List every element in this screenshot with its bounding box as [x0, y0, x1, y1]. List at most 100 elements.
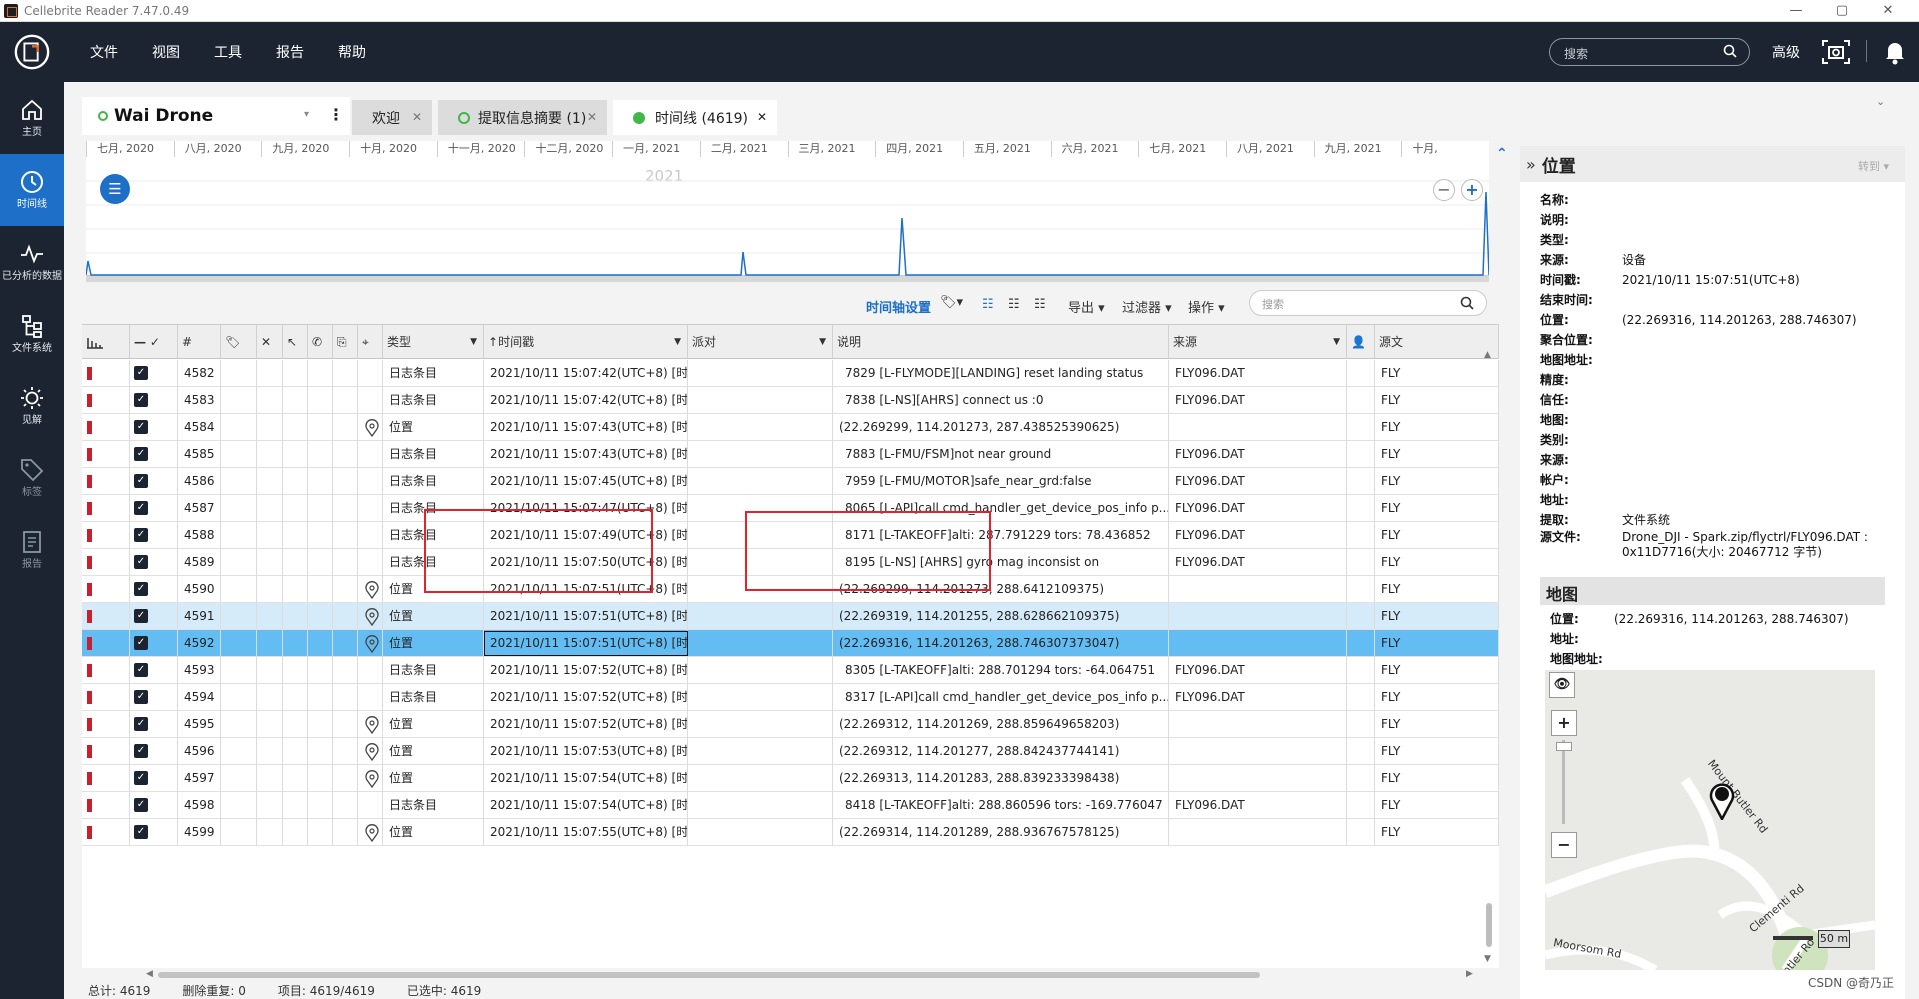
- table-row[interactable]: 4591 位置2021/10/11 15:07:51(UTC+8) [时间戳] (2…: [82, 603, 1499, 630]
- map-zoom-slider-thumb[interactable]: [1556, 742, 1572, 751]
- nav-tags[interactable]: 标签: [0, 442, 64, 514]
- zoom-out-button[interactable]: −: [1433, 179, 1455, 201]
- col-call-header[interactable]: ✆: [308, 325, 333, 359]
- scroll-up-icon[interactable]: ▲: [1484, 350, 1491, 360]
- close-icon[interactable]: ✕: [412, 110, 422, 124]
- expand-panel-icon[interactable]: »: [1526, 155, 1536, 174]
- nav-analyzed-data[interactable]: 已分析的数据: [0, 226, 64, 298]
- col-location-header[interactable]: ⌖: [358, 325, 383, 359]
- row-checkbox[interactable]: ✓: [134, 798, 148, 812]
- col-party-header[interactable]: 派对 ▼: [688, 325, 833, 359]
- tab-extraction-summary[interactable]: 提取信息摘要 (1) ✕: [438, 100, 607, 135]
- advanced-search-button[interactable]: 高级: [1772, 42, 1800, 62]
- close-icon[interactable]: ✕: [757, 110, 767, 124]
- actions-button[interactable]: 操作 ▾: [1188, 297, 1225, 316]
- table-row[interactable]: 4586 日志条目2021/10/11 15:07:45(UTC+8) [时间戳]…: [82, 468, 1499, 495]
- row-checkbox[interactable]: ✓: [134, 609, 148, 623]
- filter-button[interactable]: 过滤器 ▾: [1122, 297, 1172, 316]
- grid-horizontal-scrollbar[interactable]: ◀ ▶: [82, 968, 1499, 982]
- nav-reports[interactable]: 报告: [0, 514, 64, 586]
- timeline-scrollbar[interactable]: [86, 276, 1489, 282]
- scroll-down-icon[interactable]: ▼: [1484, 954, 1491, 964]
- table-row[interactable]: 4592位置2021/10/11 15:07:51(UTC+8) [时间戳](2…: [82, 630, 1499, 657]
- notification-bell-icon[interactable]: [1884, 39, 1906, 65]
- table-row[interactable]: 4582 日志条目2021/10/11 15:07:42(UTC+8) [时间戳]…: [82, 360, 1499, 387]
- timeline-settings-button[interactable]: 时间轴设置: [866, 297, 931, 316]
- col-source-header[interactable]: 来源 ▼: [1169, 325, 1347, 359]
- table-row[interactable]: 4584 位置2021/10/11 15:07:43(UTC+8) [时间戳] (2…: [82, 414, 1499, 441]
- row-checkbox[interactable]: ✓: [134, 825, 148, 839]
- tab-timeline[interactable]: 时间线 (4619) ✕: [613, 100, 777, 135]
- menu-help[interactable]: 帮助: [338, 42, 366, 62]
- row-checkbox[interactable]: ✓: [134, 771, 148, 785]
- table-row[interactable]: 4583 日志条目2021/10/11 15:07:42(UTC+8) [时间戳]…: [82, 387, 1499, 414]
- maximize-button[interactable]: ▢: [1819, 0, 1865, 22]
- table-row[interactable]: 4596 位置2021/10/11 15:07:53(UTC+8) [时间戳] (2…: [82, 738, 1499, 765]
- close-window-button[interactable]: ✕: [1865, 0, 1911, 22]
- table-row[interactable]: 4594 日志条目2021/10/11 15:07:52(UTC+8) [时间戳]…: [82, 684, 1499, 711]
- tree-view-icon[interactable]: ☷: [1034, 297, 1046, 312]
- nav-insights[interactable]: 见解: [0, 370, 64, 442]
- menu-file[interactable]: 文件: [90, 42, 118, 62]
- table-row[interactable]: 4597 位置2021/10/11 15:07:54(UTC+8) [时间戳] (2…: [82, 765, 1499, 792]
- nav-home[interactable]: 主页: [0, 82, 64, 154]
- col-deleted-header[interactable]: ✕: [257, 325, 283, 359]
- map-zoom-in-button[interactable]: +: [1551, 710, 1577, 736]
- row-checkbox[interactable]: ✓: [134, 528, 148, 542]
- global-search-input[interactable]: 搜索: [1549, 38, 1750, 66]
- row-checkbox[interactable]: ✓: [134, 690, 148, 704]
- nav-file-system[interactable]: 文件系统: [0, 298, 64, 370]
- menu-view[interactable]: 视图: [152, 42, 180, 62]
- row-checkbox[interactable]: ✓: [134, 474, 148, 488]
- chevron-down-icon[interactable]: ▾: [304, 109, 309, 120]
- row-checkbox[interactable]: ✓: [134, 744, 148, 758]
- tab-welcome[interactable]: 欢迎 ✕: [352, 100, 432, 135]
- row-checkbox[interactable]: ✓: [134, 663, 148, 677]
- close-icon[interactable]: ✕: [587, 110, 597, 124]
- export-button[interactable]: 导出 ▾: [1068, 297, 1105, 316]
- map-zoom-out-button[interactable]: −: [1551, 832, 1577, 858]
- col-timestamp-header[interactable]: ↑时间戳 ▼: [484, 325, 688, 359]
- scroll-left-icon[interactable]: ◀: [146, 969, 153, 979]
- menu-tools[interactable]: 工具: [214, 42, 242, 62]
- camera-icon[interactable]: [1821, 39, 1851, 65]
- goto-button[interactable]: 转到 ▾: [1858, 158, 1889, 174]
- grid-search-input[interactable]: 搜索: [1249, 290, 1487, 316]
- sort-dropdown-icon[interactable]: ▼: [819, 325, 826, 359]
- minus-icon[interactable]: —: [134, 335, 146, 349]
- map-visibility-button[interactable]: 👁: [1549, 672, 1575, 698]
- minimize-button[interactable]: —: [1773, 0, 1819, 22]
- row-checkbox[interactable]: ✓: [134, 420, 148, 434]
- table-row[interactable]: 4585 日志条目2021/10/11 15:07:43(UTC+8) [时间戳]…: [82, 441, 1499, 468]
- tag-filter-icon[interactable]: 🏷▾: [940, 295, 963, 310]
- col-type-header[interactable]: 类型 ▼: [383, 325, 484, 359]
- case-selector[interactable]: Wai Drone ▾ ⋮: [82, 97, 350, 135]
- timeline-list-button[interactable]: ☰: [100, 174, 130, 204]
- col-attachment-header[interactable]: ⎘: [333, 325, 358, 359]
- sort-dropdown-icon[interactable]: ▼: [470, 325, 477, 359]
- col-tag-header[interactable]: 🏷: [221, 325, 257, 359]
- row-checkbox[interactable]: ✓: [134, 582, 148, 596]
- list-view-icon[interactable]: ☷: [982, 297, 994, 312]
- check-icon[interactable]: ✓: [150, 335, 160, 349]
- row-checkbox[interactable]: ✓: [134, 717, 148, 731]
- table-row[interactable]: 4595 位置2021/10/11 15:07:52(UTC+8) [时间戳] (2…: [82, 711, 1499, 738]
- checklist-view-icon[interactable]: ☷: [1008, 297, 1020, 312]
- sort-dropdown-icon[interactable]: ▼: [674, 325, 681, 359]
- horizontal-scroll-thumb[interactable]: [158, 972, 1260, 978]
- table-row[interactable]: 4598 日志条目2021/10/11 15:07:54(UTC+8) [时间戳]…: [82, 792, 1499, 819]
- panel-collapse-icon[interactable]: ⌄: [1876, 95, 1885, 108]
- menu-report[interactable]: 报告: [276, 42, 304, 62]
- row-checkbox[interactable]: ✓: [134, 447, 148, 461]
- col-flag-header[interactable]: [82, 325, 130, 359]
- grid-vertical-scrollbar[interactable]: ▲ ▼: [1482, 350, 1496, 964]
- col-check-header[interactable]: — ✓: [130, 325, 178, 359]
- timeline-histogram[interactable]: 2021: [86, 157, 1489, 276]
- scroll-right-icon[interactable]: ▶: [1466, 969, 1473, 979]
- sort-dropdown-icon[interactable]: ▼: [1333, 325, 1340, 359]
- map-pin-icon[interactable]: [1709, 782, 1735, 820]
- row-checkbox[interactable]: ✓: [134, 393, 148, 407]
- table-row[interactable]: 4599 位置2021/10/11 15:07:55(UTC+8) [时间戳] (2…: [82, 819, 1499, 846]
- col-number-header[interactable]: #: [178, 325, 221, 359]
- col-cursor-header[interactable]: ↖: [283, 325, 308, 359]
